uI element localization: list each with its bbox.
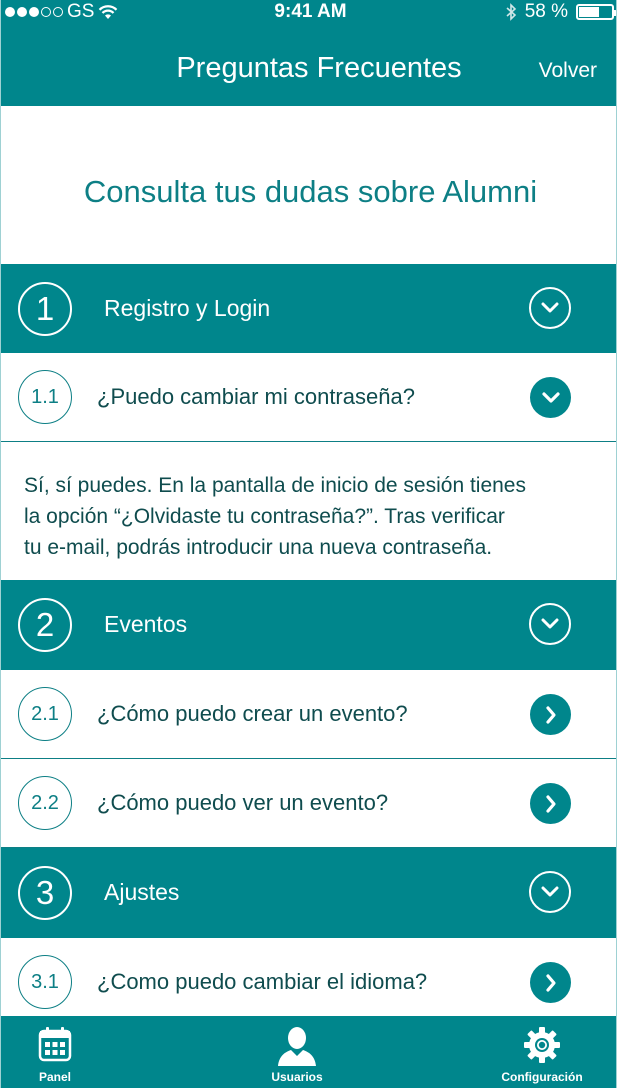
tab-label: Panel bbox=[38, 1070, 71, 1084]
section-number-badge: 1 bbox=[18, 282, 72, 336]
question-label: ¿Cómo puedo ver un evento? bbox=[97, 790, 389, 815]
faq-item-1-1[interactable]: 1.1 ¿Puedo cambiar mi contraseña? bbox=[1, 353, 616, 442]
battery-fill bbox=[579, 7, 599, 17]
tab-panel[interactable]: Panel bbox=[1, 1016, 109, 1088]
battery-percent: 58 % bbox=[524, 1, 568, 22]
question-label: ¿Puedo cambiar mi contraseña? bbox=[97, 384, 415, 409]
faq-item-2-1[interactable]: 2.1 ¿Cómo puedo crear un evento? bbox=[1, 670, 616, 759]
answer-text: Sí, sí puedes. En la pantalla de inicio … bbox=[1, 442, 616, 580]
item-number-badge: 2.1 bbox=[18, 687, 72, 741]
gear-icon bbox=[524, 1027, 560, 1063]
section-number-badge: 2 bbox=[18, 598, 72, 652]
section-label: Registro y Login bbox=[104, 295, 271, 321]
item-number-badge: 1.1 bbox=[18, 370, 72, 424]
tab-usuarios[interactable]: Usuarios bbox=[237, 1016, 357, 1088]
chevron-right-icon[interactable] bbox=[530, 962, 571, 1003]
calendar-icon bbox=[38, 1027, 72, 1062]
faq-item-2-2[interactable]: 2.2 ¿Cómo puedo ver un evento? bbox=[1, 759, 616, 848]
status-bar: GS 9:41 AM 58 % bbox=[1, 0, 616, 24]
chevron-down-icon[interactable] bbox=[529, 603, 571, 645]
app-screen: GS 9:41 AM 58 % Preguntas Frecuentes Vol… bbox=[0, 0, 617, 1088]
item-number-badge: 3.1 bbox=[18, 955, 72, 1009]
chevron-right-icon[interactable] bbox=[530, 783, 571, 824]
status-right: 58 % bbox=[505, 0, 616, 24]
tab-label: Usuarios bbox=[271, 1070, 323, 1084]
section-ajustes[interactable]: 3 Ajustes bbox=[1, 848, 616, 938]
answer-line: Sí, sí puedes. En la pantalla de inicio … bbox=[24, 474, 526, 497]
answer-line: tu e-mail, podrás introducir una nueva c… bbox=[24, 536, 493, 559]
section-label: Eventos bbox=[104, 611, 188, 637]
section-registro-login[interactable]: 1 Registro y Login bbox=[1, 264, 616, 354]
chevron-right-icon[interactable] bbox=[530, 694, 571, 735]
user-icon bbox=[278, 1027, 316, 1066]
tab-configuracion[interactable]: Configuración bbox=[482, 1016, 602, 1088]
section-number-badge: 3 bbox=[18, 866, 72, 920]
page-subtitle: Consulta tus dudas sobre Alumni bbox=[83, 174, 538, 209]
question-label: ¿Cómo puedo crear un evento? bbox=[97, 701, 408, 726]
chevron-down-icon[interactable] bbox=[529, 287, 571, 329]
bluetooth-icon bbox=[506, 3, 516, 21]
question-label: ¿Como puedo cambiar el idioma? bbox=[97, 969, 428, 994]
section-label: Ajustes bbox=[104, 879, 180, 905]
back-button[interactable]: Volver bbox=[539, 24, 597, 118]
chevron-down-icon[interactable] bbox=[529, 871, 571, 913]
tab-label: Configuración bbox=[501, 1070, 583, 1084]
answer-line: la opción “¿Olvidaste tu contraseña?”. T… bbox=[24, 505, 505, 528]
battery-icon bbox=[576, 4, 616, 20]
nav-bar: Preguntas Frecuentes Volver bbox=[1, 24, 616, 106]
faq-item-3-1[interactable]: 3.1 ¿Como puedo cambiar el idioma? bbox=[1, 938, 616, 1027]
tab-bar: Panel Usuarios Configuración bbox=[1, 1016, 616, 1088]
chevron-down-icon[interactable] bbox=[530, 377, 571, 418]
item-number-badge: 2.2 bbox=[18, 776, 72, 830]
page-title: Preguntas Frecuentes bbox=[176, 52, 462, 84]
section-eventos[interactable]: 2 Eventos bbox=[1, 580, 616, 670]
